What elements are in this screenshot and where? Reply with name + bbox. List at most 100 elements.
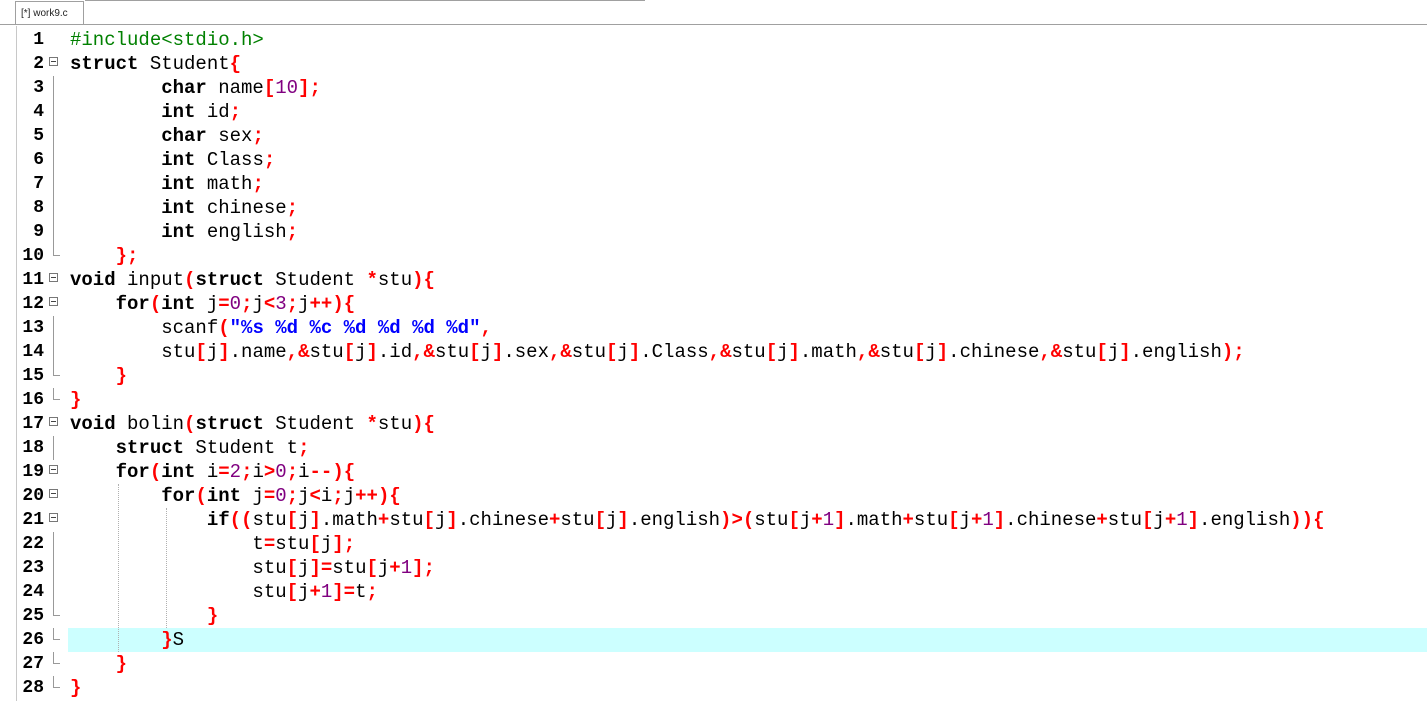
fold-range-line — [53, 340, 54, 364]
code-text[interactable]: for(int j=0;j<i;j++){ — [70, 484, 401, 508]
code-line[interactable]: 12 for(int j=0;j<3;j++){ — [0, 292, 1427, 316]
code-line[interactable]: 5 char sex; — [0, 124, 1427, 148]
fold-end-marker — [53, 628, 60, 640]
code-text[interactable]: struct Student{ — [70, 52, 241, 76]
fold-range-line — [53, 100, 54, 124]
fold-toggle-icon[interactable] — [49, 489, 58, 498]
line-number: 3 — [33, 78, 44, 98]
code-line[interactable]: 3 char name[10]; — [0, 76, 1427, 100]
code-text[interactable]: stu[j]=stu[j+1]; — [70, 556, 435, 580]
indent-guide — [118, 484, 119, 652]
code-line-background — [68, 676, 1427, 700]
line-number: 9 — [33, 222, 44, 242]
line-number: 19 — [22, 462, 44, 482]
fold-toggle-icon[interactable] — [49, 57, 58, 66]
line-number: 20 — [22, 486, 44, 506]
code-text[interactable]: }; — [70, 244, 139, 268]
fold-end-marker — [53, 388, 60, 400]
code-text[interactable]: #include<stdio.h> — [70, 28, 264, 52]
code-line[interactable]: 23 stu[j]=stu[j+1]; — [0, 556, 1427, 580]
code-text[interactable]: int math; — [70, 172, 264, 196]
fold-end-marker — [53, 652, 60, 664]
code-text[interactable]: }S — [70, 628, 184, 652]
code-line[interactable]: 27 } — [0, 652, 1427, 676]
line-number: 2 — [33, 54, 44, 74]
code-line-background — [68, 364, 1427, 388]
code-text[interactable]: char name[10]; — [70, 76, 321, 100]
code-line[interactable]: 13 scanf("%s %d %c %d %d %d %d", — [0, 316, 1427, 340]
fold-range-line — [53, 580, 54, 604]
code-text[interactable]: stu[j].name,&stu[j].id,&stu[j].sex,&stu[… — [70, 340, 1244, 364]
code-line[interactable]: 21 if((stu[j].math+stu[j].chinese+stu[j]… — [0, 508, 1427, 532]
code-line[interactable]: 22 t=stu[j]; — [0, 532, 1427, 556]
fold-toggle-icon[interactable] — [49, 465, 58, 474]
code-line[interactable]: 20 for(int j=0;j<i;j++){ — [0, 484, 1427, 508]
code-text[interactable]: char sex; — [70, 124, 264, 148]
fold-range-line — [53, 124, 54, 148]
code-text[interactable]: int id; — [70, 100, 241, 124]
code-text[interactable]: void bolin(struct Student *stu){ — [70, 412, 435, 436]
code-text[interactable]: } — [70, 604, 218, 628]
line-number: 27 — [22, 654, 44, 674]
line-number: 23 — [22, 558, 44, 578]
code-line[interactable]: 1 #include<stdio.h> — [0, 28, 1427, 52]
fold-toggle-icon[interactable] — [49, 513, 58, 522]
code-editor[interactable]: 1 #include<stdio.h> 2 struct Student{3 char… — [0, 26, 1427, 701]
code-text[interactable]: } — [70, 676, 81, 700]
code-line[interactable]: 11 void input(struct Student *stu){ — [0, 268, 1427, 292]
code-text[interactable]: int Class; — [70, 148, 275, 172]
code-line-background — [68, 172, 1427, 196]
code-line[interactable]: 25 } — [0, 604, 1427, 628]
code-text[interactable]: } — [70, 388, 81, 412]
fold-toggle-icon[interactable] — [49, 273, 58, 282]
code-line[interactable]: 26 }S — [0, 628, 1427, 652]
tab-work9-c[interactable]: [*] work9.c — [15, 1, 84, 24]
code-line[interactable]: 16} — [0, 388, 1427, 412]
fold-end-marker — [53, 676, 60, 688]
code-text[interactable]: int english; — [70, 220, 298, 244]
code-line[interactable]: 14 stu[j].name,&stu[j].id,&stu[j].sex,&s… — [0, 340, 1427, 364]
code-line[interactable]: 7 int math; — [0, 172, 1427, 196]
code-line[interactable]: 8 int chinese; — [0, 196, 1427, 220]
code-line[interactable]: 19 for(int i=2;i>0;i--){ — [0, 460, 1427, 484]
fold-range-line — [53, 148, 54, 172]
line-number: 12 — [22, 294, 44, 314]
fold-end-marker — [53, 364, 60, 376]
fold-toggle-icon[interactable] — [49, 417, 58, 426]
line-number: 8 — [33, 198, 44, 218]
line-number: 21 — [22, 510, 44, 530]
line-number: 5 — [33, 126, 44, 146]
code-text[interactable]: struct Student t; — [70, 436, 310, 460]
code-line[interactable]: 9 int english; — [0, 220, 1427, 244]
fold-toggle-icon[interactable] — [49, 297, 58, 306]
code-line[interactable]: 28} — [0, 676, 1427, 700]
code-text[interactable]: for(int i=2;i>0;i--){ — [70, 460, 356, 484]
line-number: 22 — [22, 534, 44, 554]
code-line[interactable]: 6 int Class; — [0, 148, 1427, 172]
code-line[interactable]: 18 struct Student t; — [0, 436, 1427, 460]
code-text[interactable]: if((stu[j].math+stu[j].chinese+stu[j].en… — [70, 508, 1325, 532]
code-line-background — [68, 28, 1427, 52]
code-text[interactable]: void input(struct Student *stu){ — [70, 268, 435, 292]
code-line[interactable]: 17 void bolin(struct Student *stu){ — [0, 412, 1427, 436]
code-line[interactable]: 4 int id; — [0, 100, 1427, 124]
code-text[interactable]: int chinese; — [70, 196, 298, 220]
fold-range-line — [53, 220, 54, 244]
code-line[interactable]: 24 stu[j+1]=t; — [0, 580, 1427, 604]
code-line-background — [68, 652, 1427, 676]
code-text[interactable]: t=stu[j]; — [70, 532, 355, 556]
code-line[interactable]: 2 struct Student{ — [0, 52, 1427, 76]
code-text[interactable]: } — [70, 364, 127, 388]
line-number: 7 — [33, 174, 44, 194]
line-number: 1 — [33, 30, 44, 50]
line-number: 28 — [22, 678, 44, 698]
code-line[interactable]: 10 }; — [0, 244, 1427, 268]
code-text[interactable]: scanf("%s %d %c %d %d %d %d", — [70, 316, 492, 340]
code-line[interactable]: 15 } — [0, 364, 1427, 388]
line-number: 13 — [22, 318, 44, 338]
code-text[interactable]: for(int j=0;j<3;j++){ — [70, 292, 356, 316]
code-line-background — [68, 244, 1427, 268]
code-text[interactable]: } — [70, 652, 127, 676]
line-number: 15 — [22, 366, 44, 386]
code-text[interactable]: stu[j+1]=t; — [70, 580, 377, 604]
